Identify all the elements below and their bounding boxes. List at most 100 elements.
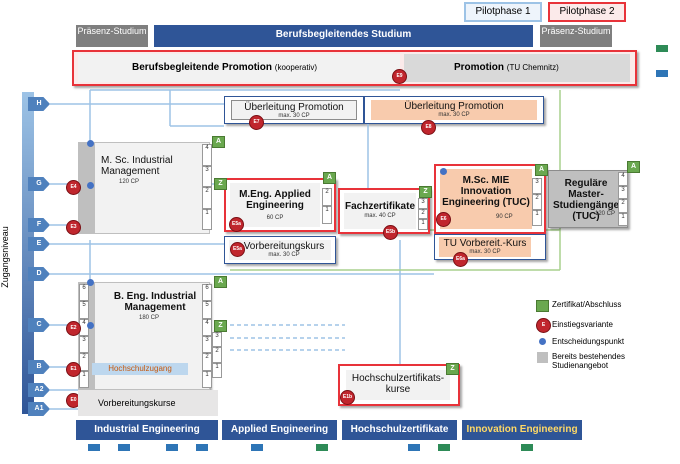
entry-e6-marker: E6	[436, 212, 451, 227]
semester: 6	[202, 284, 212, 302]
vorbereitungskurs-sub: max. 30 CP	[268, 252, 300, 258]
decision-point	[87, 279, 94, 286]
semester: 3	[212, 332, 222, 348]
hochschule-logo	[245, 444, 269, 452]
semester: 4	[618, 172, 628, 186]
semester: 4	[202, 144, 212, 166]
meng-semesters: 21	[322, 188, 332, 224]
hochschule-logo	[82, 444, 106, 452]
entry-e2-marker: E2	[66, 321, 81, 336]
semester: 3	[618, 185, 628, 199]
meng-zertifikat-badge: Z	[214, 178, 227, 190]
entry-e5a-prep-marker: E5a	[230, 242, 245, 257]
regulaere-master-box: Reguläre Master-Studiengänge (TUC) 120 C…	[548, 170, 628, 228]
msc-im-title: M. Sc. Industrial Management	[101, 155, 173, 177]
semester: 2	[202, 353, 212, 371]
regulaere-sub: 120 CP	[595, 211, 616, 217]
regulaere-semesters: 4321	[618, 172, 628, 226]
hochschule-logo	[160, 444, 184, 452]
legend-einstieg-label: Einstiegsvariante	[552, 320, 613, 329]
hochschulzertifikatskurse-box: Hochschulzertifikats-kurse	[338, 364, 460, 406]
semester: 3	[202, 335, 212, 354]
msc-im-abschluss-badge: A	[212, 136, 225, 148]
hochschule-logo	[190, 444, 214, 452]
semester: 3	[418, 198, 428, 209]
tu-vorbereit-title: TU Vorbereit.-Kurs	[443, 238, 527, 249]
fachzertifikate-sub: max. 40 CP	[364, 213, 396, 219]
semester: 1	[202, 370, 212, 388]
semester: 1	[212, 362, 222, 378]
msc-mie-sub: 90 CP	[496, 214, 513, 220]
semester: 2	[618, 199, 628, 213]
semester: 1	[418, 219, 428, 231]
beng-abschluss-badge: A	[214, 276, 227, 288]
legend-einstieg-icon: E	[536, 318, 551, 333]
decision-point	[440, 168, 447, 175]
tu-vorbereit-sub: max. 30 CP	[469, 249, 501, 255]
semester: 1	[322, 206, 332, 224]
tu-chemnitz-logo	[515, 444, 539, 452]
entry-e5b-marker: E5b	[383, 225, 398, 240]
tu-vorbereitungskurs-box: TU Vorbereit.-Kurs max. 30 CP	[434, 234, 546, 260]
vorbereitungskurse-box: Vorbereitungskurse	[78, 390, 218, 416]
beng-title: B. Eng. Industrial Management	[113, 291, 197, 313]
semester: 5	[202, 301, 212, 319]
hochschulzertifikatskurse-title: Hochschulzertifikats-kurse	[351, 373, 445, 395]
beng-zertifikat-badge: Z	[214, 320, 227, 332]
legend-entscheidung-icon	[539, 338, 546, 345]
msc-industrial-management-box: M. Sc. Industrial Management 120 CP	[78, 142, 210, 234]
msc-mie-title: M.Sc. MIE Innovation Engineering (TUC)	[442, 175, 530, 208]
fachzertifikate-title: Fachzertifikate	[344, 201, 416, 212]
semester: 1	[79, 370, 89, 388]
semester: 6	[79, 284, 89, 302]
program-industrial-engineering: Industrial Engineering	[76, 420, 218, 440]
hochschule-logo	[402, 444, 426, 452]
msc-mie-abschluss-badge: A	[535, 164, 548, 176]
decision-point	[87, 182, 94, 189]
meng-sub: 60 CP	[266, 215, 284, 221]
msc-mie-box: M.Sc. MIE Innovation Engineering (TUC) 9…	[434, 164, 546, 234]
hochschulzugang-bar: Hochschulzugang	[92, 363, 188, 375]
hochschule-logo	[112, 444, 136, 452]
semester: 2	[418, 208, 428, 220]
fachzertifikate-semesters: 321	[418, 198, 428, 231]
semester: 2	[532, 194, 542, 210]
beng-semesters: 654321	[202, 284, 212, 388]
entry-e5a-marker: E5a	[229, 217, 244, 232]
semester: 4	[202, 318, 212, 336]
program-innovation-engineering: Innovation Engineering	[462, 420, 582, 440]
legend-bestehend-icon	[537, 352, 548, 363]
decision-point	[87, 140, 94, 147]
semester: 2	[322, 188, 332, 206]
msc-im-semesters: 4321	[202, 144, 212, 230]
regulaere-abschluss-badge: A	[627, 161, 640, 173]
legend-bestehend-label: Bereits bestehendes Studienangebot	[552, 352, 625, 370]
semester: 3	[79, 335, 89, 354]
legend-zertifikat-icon	[536, 300, 549, 312]
semester: 1	[532, 210, 542, 226]
meng-title: M.Eng. Applied Engineering	[239, 189, 311, 211]
program-hochschulzertifikate: Hochschulzertifikate	[342, 420, 457, 440]
decision-point	[87, 322, 94, 329]
entry-e1b-marker: E1b	[340, 390, 355, 405]
vorbereitungskurse-label: Vorbereitungskurse	[98, 398, 176, 408]
beng-sub: 180 CP	[138, 315, 159, 321]
hochschulzert-zertifikat-badge: Z	[446, 363, 459, 375]
semester: 3	[202, 165, 212, 187]
semester: 1	[618, 212, 628, 226]
entry-e3-marker: E3	[66, 220, 81, 235]
semester: 2	[212, 347, 222, 363]
meng-abschluss-badge: A	[323, 172, 336, 184]
msc-im-sub: 120 CP	[119, 179, 140, 185]
vorbereitungskurs-title: Vorbereitungskurs	[243, 241, 325, 252]
fachzertifikate-zertifikat-badge: Z	[419, 186, 432, 198]
beng-left-semesters: 654321	[79, 284, 89, 388]
legend-entscheidung-label: Entscheidungspunkt	[552, 337, 625, 346]
semester: 5	[79, 301, 89, 319]
entry-e1-marker: E1	[66, 362, 81, 377]
entry-e4-marker: E4	[66, 180, 81, 195]
msc-mie-semesters: 321	[532, 178, 542, 226]
semester: 3	[532, 178, 542, 194]
legend-zertifikat-label: Zertifikat/Abschluss	[552, 300, 622, 309]
semester: 2	[202, 187, 212, 209]
